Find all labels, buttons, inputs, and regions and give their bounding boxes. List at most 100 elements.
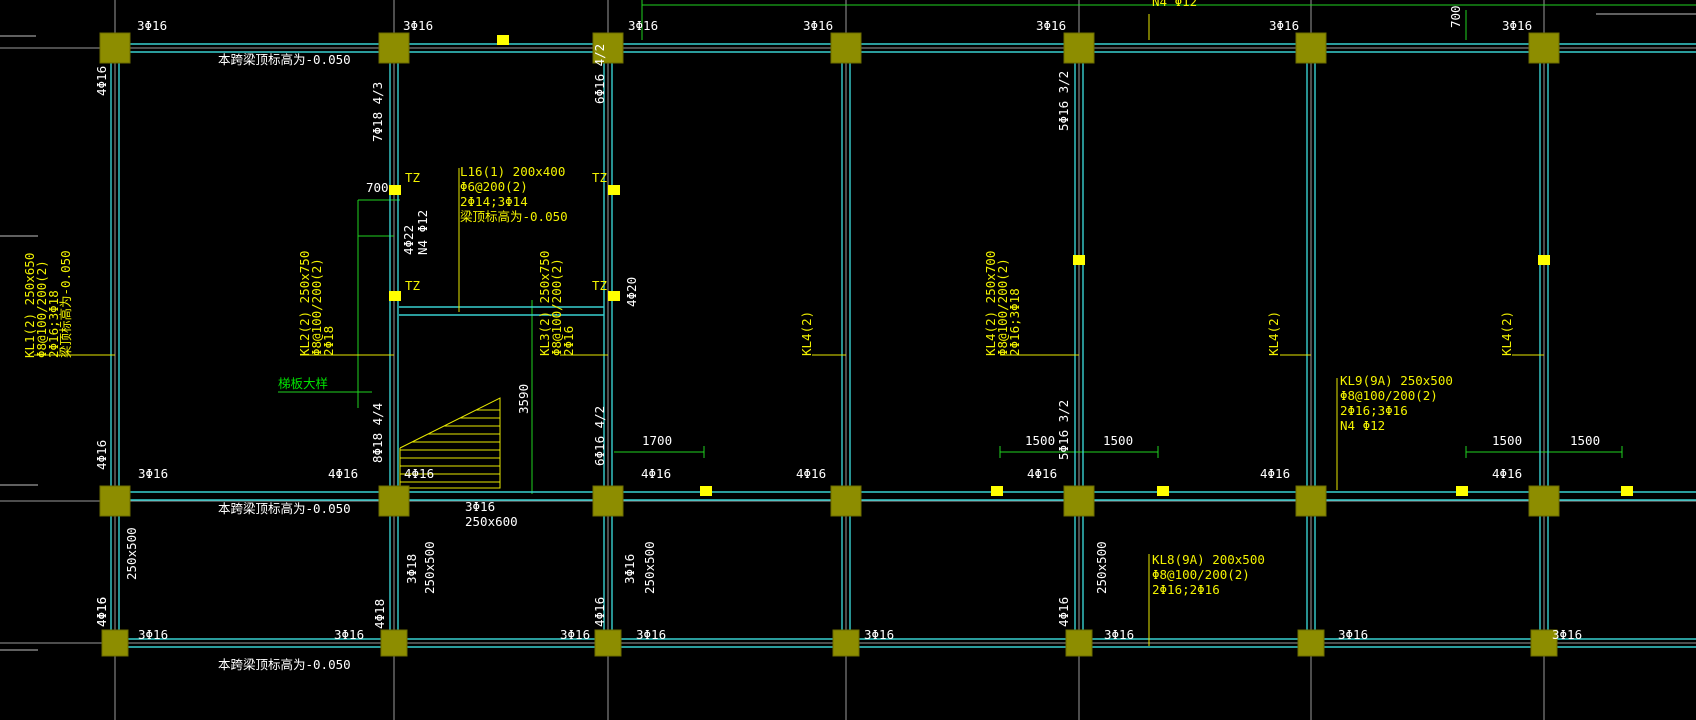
low-left-rebar: 4Φ16 — [592, 597, 607, 627]
kl4-short-label: KL4(2) — [799, 311, 814, 356]
kl4-line: 2Φ16;3Φ18 — [1007, 288, 1022, 356]
column-rebar-label: 8Φ18 4/4 — [370, 403, 385, 463]
tz-marker — [608, 185, 620, 195]
column — [1063, 485, 1095, 517]
low-beam-size: 250x500 — [1094, 541, 1109, 594]
kl4-short-label: KL4(2) — [1499, 311, 1514, 356]
kl3-annotation: KL3(2) 250x750 Φ8@100/200(2) 2Φ16 — [537, 251, 576, 356]
low-rebar-label: 3Φ16 — [864, 627, 894, 642]
tz-marker — [1073, 255, 1085, 265]
column — [1065, 629, 1093, 657]
dim-700: 700 — [366, 180, 389, 195]
mid-rebar-label: 3Φ16 — [138, 466, 168, 481]
left-rebar-label: 4Φ16 — [94, 66, 109, 96]
kl4-annotation: KL4(2) 250x700 Φ8@100/200(2) 2Φ16;3Φ18 — [983, 251, 1022, 356]
elevation-note: 本跨梁顶标高为-0.050 — [218, 52, 351, 67]
column — [378, 485, 410, 517]
kl9-line: KL9(9A) 250x500 — [1340, 373, 1453, 388]
l16-line: 2Φ14;3Φ14 — [460, 194, 528, 209]
kl9-line: 2Φ16;3Φ16 — [1340, 403, 1408, 418]
kl8-annotation: KL8(9A) 200x500 Φ8@100/200(2) 2Φ16;2Φ16 — [1152, 552, 1265, 597]
column-rebar-label: 4Φ22 — [401, 225, 416, 255]
low-left-rebar: 4Φ18 — [372, 599, 387, 629]
elevation-note: 本跨梁顶标高为-0.050 — [218, 501, 351, 516]
tz-label: TZ — [592, 170, 608, 185]
column — [1528, 485, 1560, 517]
top-rebar-label: 3Φ16 — [403, 18, 433, 33]
kl8-line: KL8(9A) 200x500 — [1152, 552, 1265, 567]
tz-marker — [608, 291, 620, 301]
stair-detail-label: 梯板大样 — [278, 376, 328, 391]
column-rebar-label: N4 Φ12 — [415, 210, 430, 255]
tz-marker — [991, 486, 1003, 496]
column — [830, 32, 862, 64]
column-rebar-label: 7Φ18 4/3 — [370, 82, 385, 142]
column — [594, 629, 622, 657]
mid-rebar-label: 4Φ16 — [641, 466, 671, 481]
dim-1700: 1700 — [642, 433, 672, 448]
dim-3590: 3590 — [516, 384, 531, 414]
mid-rebar-label: 4Φ16 — [328, 466, 358, 481]
left-rebar-label: 4Φ16 — [94, 440, 109, 470]
l16-line: 梁顶标高为-0.050 — [460, 209, 568, 224]
dim-1500: 1500 — [1103, 433, 1133, 448]
structural-plan-drawing[interactable]: 3Φ16 3Φ16 3Φ16 3Φ16 3Φ16 3Φ16 3Φ16 N4 Φ1… — [0, 0, 1696, 720]
kl2-line: 2Φ18 — [321, 326, 336, 356]
low-rebar-label: 3Φ16 — [1104, 627, 1134, 642]
mid-rebar-label: 4Φ16 — [796, 466, 826, 481]
low-left-rebar: 4Φ16 — [94, 597, 109, 627]
top-rebar-label: 3Φ16 — [1269, 18, 1299, 33]
l16-line: Φ6@200(2) — [460, 179, 528, 194]
low-rebar-label: 3Φ16 — [560, 627, 590, 642]
kl1-annotation: KL1(2) 250x650 Φ8@100/200(2) 2Φ16;3Φ18 梁… — [22, 250, 73, 358]
tz-label: TZ — [405, 278, 421, 293]
low-rebar-label: 3Φ16 — [334, 627, 364, 642]
dimension-lines — [278, 0, 1696, 494]
tz-label: TZ — [405, 170, 421, 185]
low-rebar-label: 3Φ16 — [1338, 627, 1368, 642]
column — [99, 485, 131, 517]
axis-grid — [0, 0, 1696, 720]
kl3-line: 2Φ16 — [561, 326, 576, 356]
low-rebar-label: 3Φ16 — [138, 627, 168, 642]
column — [1528, 32, 1560, 64]
column — [592, 485, 624, 517]
column-rebar-label: 5Φ16 3/2 — [1056, 400, 1071, 460]
column — [380, 629, 408, 657]
kl8-line: Φ8@100/200(2) — [1152, 567, 1250, 582]
stair-beam-rebar: 3Φ16 — [465, 499, 495, 514]
top-right-annotation: N4 Φ12 — [1152, 0, 1197, 9]
top-rebar-label: 3Φ16 — [803, 18, 833, 33]
column — [830, 485, 862, 517]
beams — [34, 14, 1696, 648]
top-rebar-label: 3Φ16 — [137, 18, 167, 33]
elevation-note: 本跨梁顶标高为-0.050 — [218, 657, 351, 672]
kl4-short-label: KL4(2) — [1266, 311, 1281, 356]
column-rebar-label: 4Φ20 — [624, 277, 639, 307]
low-beam-size: 250x500 — [124, 527, 139, 580]
column-rebar-label: 6Φ16 4/2 — [592, 44, 607, 104]
low-left-rebar: 4Φ16 — [1056, 597, 1071, 627]
low-beam-size: 250x500 — [642, 541, 657, 594]
low-beam-rebar: 3Φ18 — [404, 554, 419, 584]
kl8-line: 2Φ16;2Φ16 — [1152, 582, 1220, 597]
column — [1297, 629, 1325, 657]
column — [99, 32, 131, 64]
column-rebar-label: 6Φ16 4/2 — [592, 406, 607, 466]
top-rebar-label: 3Φ16 — [1036, 18, 1066, 33]
kl2-annotation: KL2(2) 250x750 Φ8@100/200(2) 2Φ18 — [297, 251, 336, 356]
low-rebar-label: 3Φ16 — [1552, 627, 1582, 642]
l16-annotation: L16(1) 200x400 Φ6@200(2) 2Φ14;3Φ14 梁顶标高为… — [460, 164, 568, 224]
dim-1500: 1500 — [1025, 433, 1055, 448]
tz-marker — [1621, 486, 1633, 496]
tz-label: TZ — [592, 278, 608, 293]
column — [832, 629, 860, 657]
dim-1500: 1500 — [1570, 433, 1600, 448]
mid-rebar-label: 4Φ16 — [1492, 466, 1522, 481]
column — [378, 32, 410, 64]
top-right-dim: 700 — [1448, 5, 1463, 28]
kl9-annotation: KL9(9A) 250x500 Φ8@100/200(2) 2Φ16;3Φ16 … — [1340, 373, 1453, 433]
top-rebar-label: 3Φ16 — [1502, 18, 1532, 33]
tz-marker — [389, 185, 401, 195]
column-rebar-label: 5Φ16 3/2 — [1056, 71, 1071, 131]
